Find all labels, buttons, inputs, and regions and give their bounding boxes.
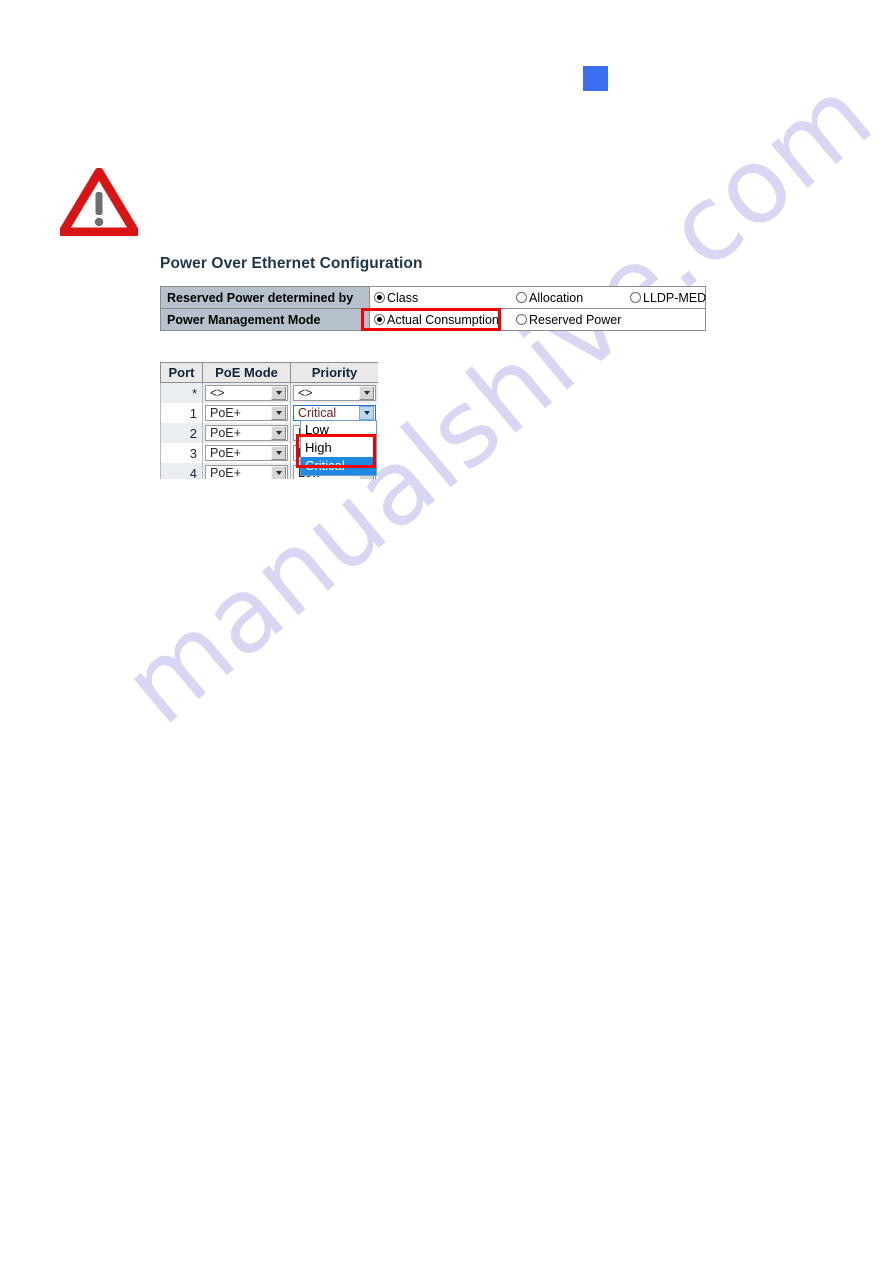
radio-lldp-med-icon[interactable] xyxy=(630,292,641,303)
port-number: 1 xyxy=(160,403,203,423)
config-row-power-management-mode: Power Management Mode Actual Consumption… xyxy=(160,308,706,331)
chevron-down-icon[interactable] xyxy=(271,426,286,440)
poe-mode-select-port-3[interactable]: PoE+ xyxy=(205,445,288,461)
port-table-header-row: Port PoE Mode Priority xyxy=(160,362,378,383)
port-number: * xyxy=(160,382,203,403)
poe-mode-value: PoE+ xyxy=(210,446,241,460)
radio-option-actual-consumption-label: Actual Consumption xyxy=(387,312,499,327)
radio-option-actual-consumption[interactable]: Actual Consumption xyxy=(370,309,501,330)
config-label-power-management-mode: Power Management Mode xyxy=(160,308,370,331)
poe-mode-value: PoE+ xyxy=(210,426,241,440)
poe-mode-value: PoE+ xyxy=(210,406,241,420)
poe-mode-select-port-2[interactable]: PoE+ xyxy=(205,425,288,441)
dropdown-item-critical[interactable]: Critical xyxy=(301,457,376,475)
poe-mode-select-all[interactable]: <> xyxy=(205,385,288,401)
radio-reserved-power-icon[interactable] xyxy=(516,314,527,325)
radio-option-lldp-med[interactable]: LLDP-MED xyxy=(626,287,708,308)
config-options-power-management-mode: Actual Consumption Reserved Power xyxy=(369,308,706,331)
poe-mode-cell: <> xyxy=(202,382,291,403)
priority-value: Critical xyxy=(298,406,337,420)
radio-option-allocation-label: Allocation xyxy=(529,290,584,305)
chevron-down-icon[interactable] xyxy=(271,466,286,479)
radio-actual-consumption-icon[interactable] xyxy=(374,314,385,325)
port-table-header-port: Port xyxy=(160,362,203,383)
port-table-header-priority: Priority xyxy=(290,362,378,383)
poe-mode-select-port-1[interactable]: PoE+ xyxy=(205,405,288,421)
priority-select-port-1[interactable]: Critical xyxy=(293,405,376,421)
radio-allocation-icon[interactable] xyxy=(516,292,527,303)
config-options-reserved-power: Class Allocation LLDP-MED xyxy=(369,286,708,309)
priority-dropdown-list[interactable]: Low High Critical xyxy=(300,420,377,476)
chevron-down-icon[interactable] xyxy=(271,446,286,460)
page-title: Power Over Ethernet Configuration xyxy=(160,255,423,272)
poe-mode-value: PoE+ xyxy=(210,466,241,479)
radio-option-lldp-med-label: LLDP-MED xyxy=(643,290,707,305)
port-number: 4 xyxy=(160,463,203,479)
poe-mode-cell: PoE+ xyxy=(202,443,291,463)
poe-config-table: Reserved Power determined by Class Alloc… xyxy=(160,286,706,331)
dropdown-item-high[interactable]: High xyxy=(301,439,376,457)
radio-option-allocation[interactable]: Allocation xyxy=(512,287,585,308)
priority-select-all[interactable]: <> xyxy=(293,385,376,401)
poe-mode-cell: PoE+ xyxy=(202,463,291,479)
poe-mode-cell: PoE+ xyxy=(202,423,291,443)
radio-option-reserved-power-label: Reserved Power xyxy=(529,312,622,327)
chevron-down-icon[interactable] xyxy=(271,386,286,400)
poe-mode-cell: PoE+ xyxy=(202,403,291,423)
config-label-reserved-power: Reserved Power determined by xyxy=(160,286,370,309)
poe-mode-value: <> xyxy=(210,386,225,400)
chevron-down-icon[interactable] xyxy=(359,386,374,400)
dropdown-item-low[interactable]: Low xyxy=(301,421,376,439)
priority-cell: <> xyxy=(290,382,378,403)
radio-option-reserved-power[interactable]: Reserved Power xyxy=(512,309,623,330)
radio-class-icon[interactable] xyxy=(374,292,385,303)
chevron-down-icon[interactable] xyxy=(271,406,286,420)
poe-mode-select-port-4[interactable]: PoE+ xyxy=(205,465,288,479)
config-row-reserved-power: Reserved Power determined by Class Alloc… xyxy=(160,286,708,309)
table-row: * <> <> xyxy=(160,382,378,403)
blue-square-marker xyxy=(583,66,608,91)
chevron-down-icon[interactable] xyxy=(359,406,374,420)
port-table-header-poe-mode: PoE Mode xyxy=(202,362,291,383)
port-number: 2 xyxy=(160,423,203,443)
port-number: 3 xyxy=(160,443,203,463)
radio-option-class-label: Class xyxy=(387,290,419,305)
warning-triangle-icon xyxy=(58,167,140,237)
priority-value: <> xyxy=(298,386,313,400)
radio-option-class[interactable]: Class xyxy=(370,287,420,308)
